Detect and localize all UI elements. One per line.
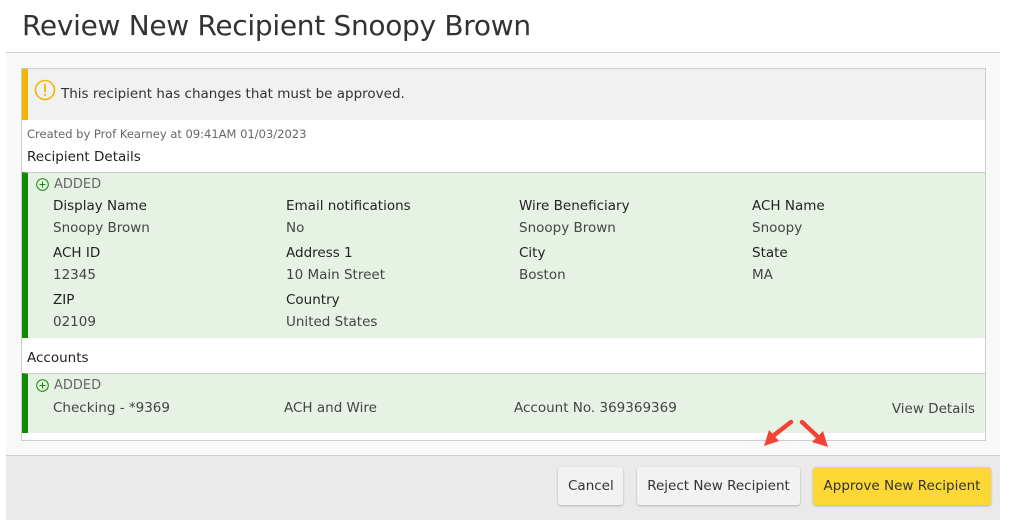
approve-recipient-button[interactable]: Approve New Recipient <box>813 467 991 505</box>
cancel-button[interactable]: Cancel <box>558 467 623 505</box>
field-label: Address 1 <box>286 245 353 261</box>
account-type: ACH and Wire <box>284 400 377 416</box>
field-value: Snoopy <box>752 220 803 236</box>
field-email-notifications: Email notifications No <box>286 197 411 237</box>
added-badge: ADDED <box>36 378 101 393</box>
field-zip: ZIP 02109 <box>53 291 96 331</box>
field-label: ACH ID <box>53 245 101 261</box>
page-header: Review New Recipient Snoopy Brown <box>6 0 1000 53</box>
created-by-text: Created by Prof Kearney at 09:41AM 01/03… <box>27 127 307 141</box>
field-value: No <box>286 220 305 236</box>
field-state: State MA <box>752 244 788 284</box>
account-change: ADDED Checking - *9369 ACH and Wire Acco… <box>22 373 985 433</box>
field-label: State <box>752 245 788 261</box>
field-value: 02109 <box>53 314 96 330</box>
view-details-link[interactable]: View Details <box>892 401 975 417</box>
field-label: City <box>519 245 546 261</box>
field-value: 12345 <box>53 267 96 283</box>
approval-alert: This recipient has changes that must be … <box>22 69 985 120</box>
added-label: ADDED <box>54 378 102 393</box>
field-value: Boston <box>519 267 566 283</box>
modal-footer: Cancel Reject New Recipient Approve New … <box>6 455 1000 520</box>
plus-circle-icon <box>36 178 49 191</box>
review-card: This recipient has changes that must be … <box>21 68 986 441</box>
field-value: Snoopy Brown <box>519 220 616 236</box>
field-value: 10 Main Street <box>286 267 386 283</box>
field-label: ACH Name <box>752 198 825 214</box>
field-label: Wire Beneficiary <box>519 198 630 214</box>
field-value: Snoopy Brown <box>53 220 150 236</box>
account-name: Checking - *9369 <box>53 400 170 416</box>
field-label: ZIP <box>53 292 75 308</box>
account-number: Account No. 369369369 <box>514 400 677 416</box>
accounts-heading: Accounts <box>27 350 89 366</box>
added-label: ADDED <box>54 177 102 192</box>
plus-circle-icon <box>36 379 49 392</box>
field-ach-id: ACH ID 12345 <box>53 244 100 284</box>
added-badge: ADDED <box>36 177 101 192</box>
field-display-name: Display Name Snoopy Brown <box>53 197 150 237</box>
field-ach-name: ACH Name Snoopy <box>752 197 825 237</box>
field-country: Country United States <box>286 291 377 331</box>
recipient-details-heading: Recipient Details <box>27 149 141 165</box>
field-label: Display Name <box>53 198 147 214</box>
field-address-1: Address 1 10 Main Street <box>286 244 385 284</box>
modal-body: This recipient has changes that must be … <box>6 54 1000 455</box>
recipient-details-change: ADDED Display Name Snoopy Brown Email no… <box>22 172 985 338</box>
red-arrows-icon <box>764 419 828 447</box>
exclamation-circle-icon <box>34 79 56 101</box>
field-city: City Boston <box>519 244 566 284</box>
page-title: Review New Recipient Snoopy Brown <box>22 9 531 42</box>
reject-recipient-button[interactable]: Reject New Recipient <box>637 467 800 505</box>
alert-text: This recipient has changes that must be … <box>61 86 405 102</box>
field-label: Country <box>286 292 340 308</box>
field-wire-beneficiary: Wire Beneficiary Snoopy Brown <box>519 197 630 237</box>
field-value: MA <box>752 267 773 283</box>
field-label: Email notifications <box>286 198 411 214</box>
field-value: United States <box>286 314 378 330</box>
